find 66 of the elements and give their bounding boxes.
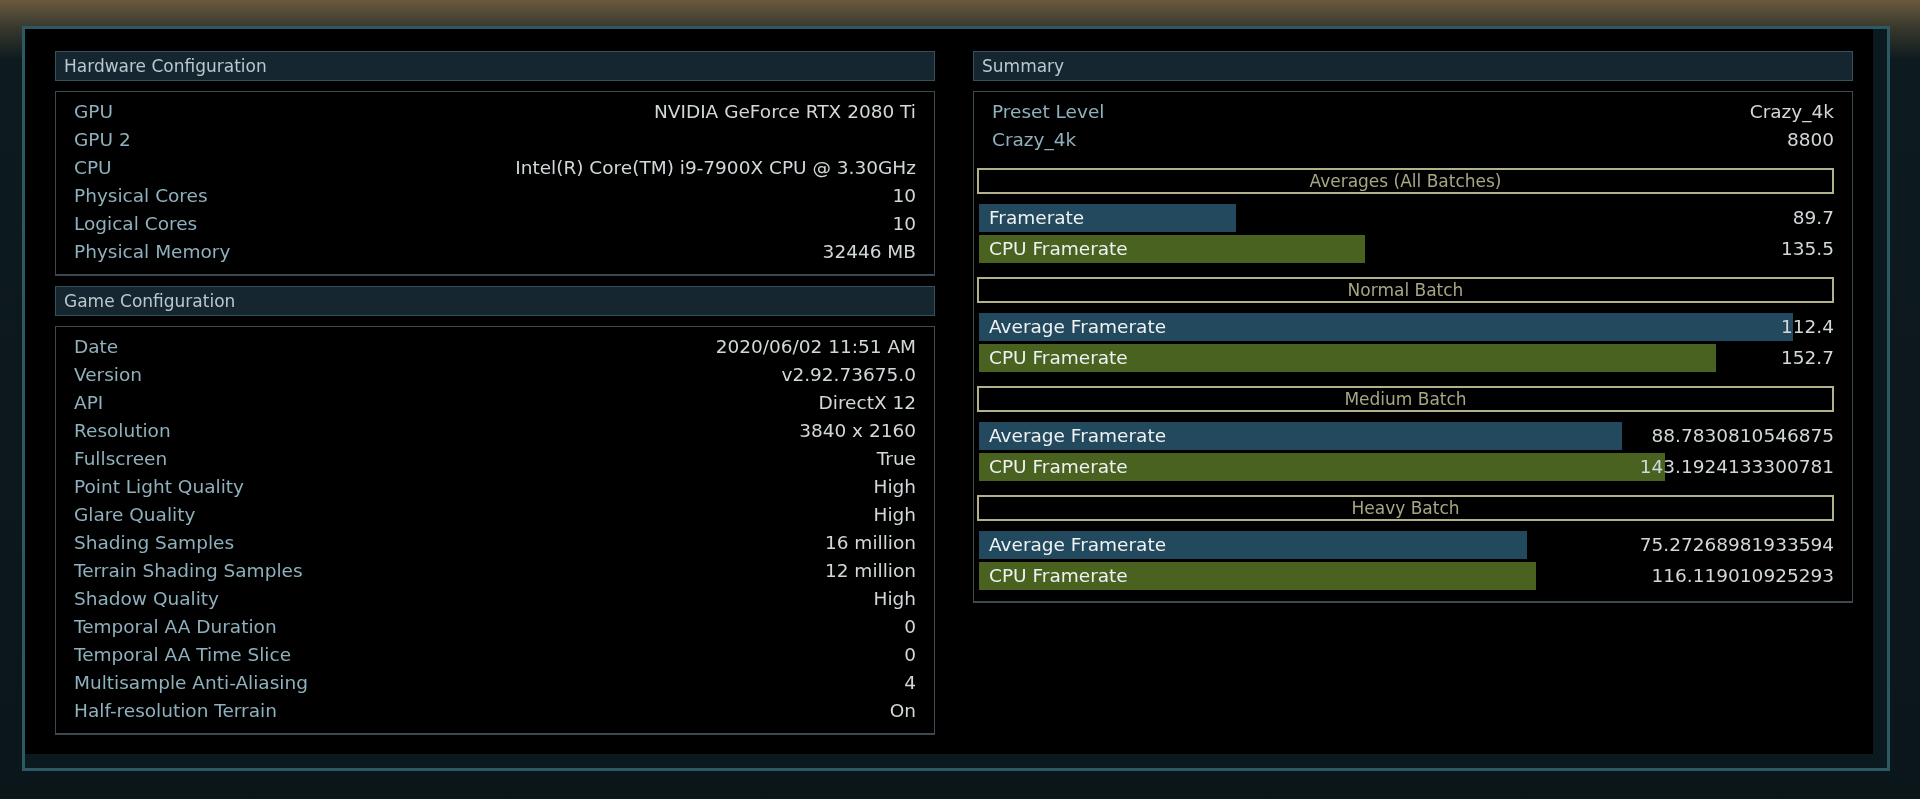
- metric-label: Average Framerate: [989, 315, 1167, 339]
- setting-label: Terrain Shading Samples: [74, 559, 303, 583]
- setting-label: API: [74, 391, 104, 415]
- batch-header: Heavy Batch: [977, 495, 1834, 521]
- setting-value: 12 million: [824, 559, 916, 583]
- section-header: Hardware Configuration: [55, 51, 935, 81]
- setting-value: 2020/06/02 11:51 AM: [715, 335, 916, 359]
- setting-label: Resolution: [74, 419, 171, 443]
- setting-value: High: [873, 587, 916, 611]
- batch-header: Medium Batch: [977, 386, 1834, 412]
- setting-value: 0: [904, 615, 916, 639]
- section-header: Summary: [973, 51, 1853, 81]
- setting-label: Shading Samples: [74, 531, 235, 555]
- setting-label: Half-resolution Terrain: [74, 699, 277, 723]
- setting-value: True: [876, 447, 916, 471]
- setting-label: Crazy_4k: [992, 128, 1077, 153]
- setting-label: Temporal AA Time Slice: [74, 643, 292, 667]
- batch-header: Averages (All Batches): [977, 168, 1834, 194]
- setting-label: Logical Cores: [74, 212, 198, 236]
- batch-header: Normal Batch: [977, 277, 1834, 303]
- setting-label: Shadow Quality: [74, 587, 219, 611]
- setting-value: 10: [892, 212, 916, 236]
- setting-value: NVIDIA GeForce RTX 2080 Ti: [653, 100, 916, 124]
- setting-value: 10: [892, 184, 916, 208]
- setting-label: Multisample Anti-Aliasing: [74, 671, 308, 695]
- setting-value: 4: [904, 671, 916, 695]
- setting-label: Date: [74, 335, 119, 359]
- metric-value: 89.7: [1792, 206, 1834, 230]
- setting-value: 8800: [1786, 128, 1834, 152]
- metric-value: 152.7: [1781, 346, 1834, 370]
- setting-label: Version: [74, 363, 143, 387]
- metric-label: CPU Framerate: [989, 237, 1128, 261]
- setting-label: GPU: [74, 100, 114, 124]
- setting-value: 16 million: [824, 531, 916, 555]
- metric-label: CPU Framerate: [989, 346, 1128, 370]
- metric-label: CPU Framerate: [989, 455, 1128, 479]
- setting-value: High: [873, 503, 916, 527]
- setting-value: 0: [904, 643, 916, 667]
- metric-value: 135.5: [1781, 237, 1834, 261]
- setting-value: On: [889, 699, 916, 723]
- setting-value: 32446 MB: [822, 240, 916, 264]
- metric-value: 143.1924133300781: [1639, 455, 1834, 479]
- setting-value: Intel(R) Core(TM) i9-7900X CPU @ 3.30GHz: [515, 156, 916, 180]
- setting-value: High: [873, 475, 916, 499]
- setting-label: Point Light Quality: [74, 475, 244, 499]
- section-header: Game Configuration: [55, 286, 935, 316]
- metric-value: 88.7830810546875: [1651, 424, 1834, 448]
- metric-label: Average Framerate: [989, 533, 1167, 557]
- metric-value: 116.119010925293: [1651, 564, 1834, 588]
- setting-label: GPU 2: [74, 128, 131, 152]
- metric-value: 112.4: [1781, 315, 1834, 339]
- setting-value: Crazy_4k: [1749, 100, 1834, 125]
- setting-value: v2.92.73675.0: [781, 363, 916, 387]
- setting-label: Physical Cores: [74, 184, 208, 208]
- metric-label: Framerate: [989, 206, 1085, 230]
- metric-label: CPU Framerate: [989, 564, 1128, 588]
- setting-label: Preset Level: [992, 100, 1105, 124]
- setting-label: Temporal AA Duration: [74, 615, 277, 639]
- setting-label: Physical Memory: [74, 240, 231, 264]
- setting-label: Glare Quality: [74, 503, 196, 527]
- metric-label: Average Framerate: [989, 424, 1167, 448]
- setting-label: Fullscreen: [74, 447, 168, 471]
- setting-label: CPU: [74, 156, 112, 180]
- setting-value: 3840 x 2160: [799, 419, 916, 443]
- setting-value: DirectX 12: [818, 391, 916, 415]
- metric-value: 75.27268981933594: [1639, 533, 1834, 557]
